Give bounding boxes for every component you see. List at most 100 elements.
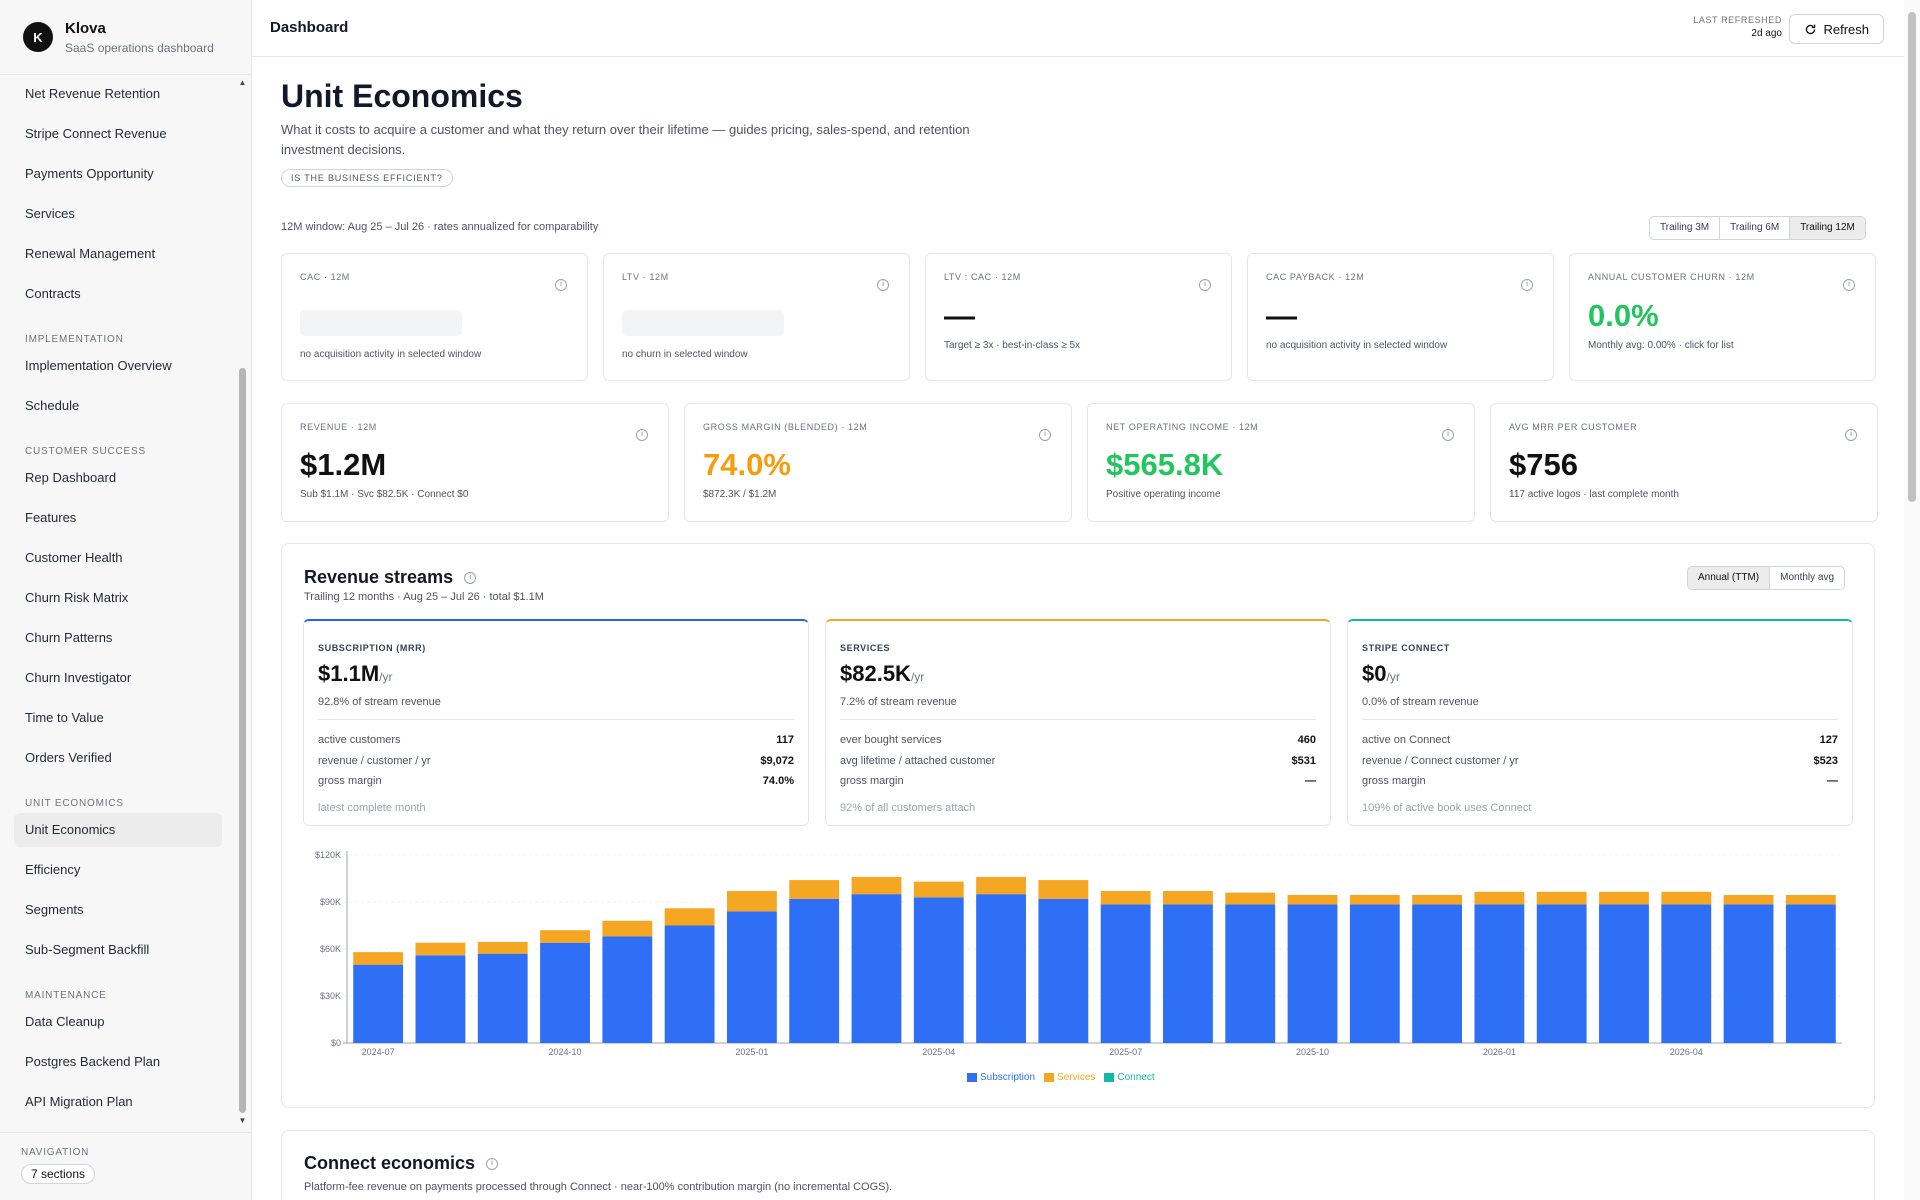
bar-subscription-2025-06[interactable] [1038, 898, 1089, 1043]
legend-item-subscription[interactable]: Subscription [967, 1072, 1035, 1083]
info-icon[interactable]: i [1039, 429, 1051, 441]
refresh-button[interactable]: Refresh [1789, 14, 1884, 44]
sidebar-item-sub-segment-backfill[interactable]: Sub-Segment Backfill [14, 933, 222, 967]
bar-services-2024-09[interactable] [477, 941, 528, 954]
legend-item-services[interactable]: Services [1044, 1072, 1095, 1083]
sections-pill[interactable]: 7 sections [21, 1164, 96, 1184]
bar-subscription-2025-08[interactable] [1163, 904, 1213, 1043]
brand[interactable]: K Klova SaaS operations dashboard [0, 0, 251, 75]
bar-subscription-2024-11[interactable] [602, 936, 653, 1043]
bar-subscription-2025-01[interactable] [726, 911, 777, 1043]
bar-services-2026-05[interactable] [1723, 894, 1774, 905]
bar-services-2025-12[interactable] [1412, 894, 1463, 905]
bar-services-2026-06[interactable] [1785, 894, 1836, 905]
sidebar-item-net-revenue-retention[interactable]: Net Revenue Retention [14, 77, 222, 111]
sidebar-item-schedule[interactable]: Schedule [14, 389, 222, 423]
info-icon[interactable]: i [1845, 429, 1857, 441]
sidebar-item-churn-investigator[interactable]: Churn Investigator [14, 661, 222, 695]
sidebar-item-services[interactable]: Services [14, 197, 222, 231]
info-icon[interactable]: i [636, 429, 648, 441]
bar-subscription-2025-02[interactable] [789, 898, 840, 1043]
bar-subscription-2026-04[interactable] [1661, 904, 1712, 1043]
bar-services-2025-11[interactable] [1349, 894, 1400, 905]
bar-services-2025-02[interactable] [789, 880, 840, 899]
sidebar-item-efficiency[interactable]: Efficiency [14, 853, 222, 887]
bar-services-2025-01[interactable] [726, 891, 777, 912]
scroll-down-icon[interactable]: ▼ [238, 1116, 247, 1125]
bar-subscription-2026-01[interactable] [1474, 904, 1525, 1043]
sidebar-item-api-migration-plan[interactable]: API Migration Plan [14, 1085, 222, 1119]
range-trailing-6m[interactable]: Trailing 6M [1719, 217, 1789, 239]
bar-subscription-2024-09[interactable] [477, 953, 528, 1043]
legend-item-connect[interactable]: Connect [1104, 1072, 1155, 1083]
range-trailing-3m[interactable]: Trailing 3M [1650, 217, 1719, 239]
bar-services-2025-09[interactable] [1225, 892, 1276, 905]
info-icon[interactable]: i [555, 279, 567, 291]
bar-subscription-2025-03[interactable] [851, 894, 902, 1043]
sidebar-item-postgres-backend-plan[interactable]: Postgres Backend Plan [14, 1045, 222, 1079]
sidebar-item-unit-economics[interactable]: Unit Economics [14, 813, 222, 847]
bar-subscription-2024-12[interactable] [664, 925, 715, 1044]
sidebar-item-features[interactable]: Features [14, 501, 222, 535]
kpi-card-cac-payback-12m[interactable]: CAC PAYBACK · 12M i — no acquisition activi… [1247, 253, 1554, 381]
kpi-card-annual-customer-churn-12m[interactable]: ANNUAL CUSTOMER CHURN · 12M i 0.0% Monthly … [1569, 253, 1876, 381]
info-icon[interactable]: i [1521, 279, 1533, 291]
bar-services-2024-12[interactable] [664, 908, 715, 926]
kpi-card-avg-mrr-per-customer[interactable]: AVG MRR PER CUSTOMER i $756 117 active logo… [1490, 403, 1878, 522]
kpi-card-cac-12m[interactable]: CAC · 12M i no acquisition activity in sel… [281, 253, 588, 381]
kpi-card-net-operating-income-12m[interactable]: NET OPERATING INCOME · 12M i $565.8K Positi… [1087, 403, 1475, 522]
bar-subscription-2025-07[interactable] [1100, 904, 1151, 1043]
bar-services-2025-04[interactable] [913, 881, 964, 898]
info-icon[interactable]: i [1442, 429, 1454, 441]
kpi-card-gross-margin-blended-12m[interactable]: GROSS MARGIN (BLENDED) · 12M i 74.0% $872.3… [684, 403, 1072, 522]
sidebar-item-data-cleanup[interactable]: Data Cleanup [14, 1005, 222, 1039]
bar-subscription-2025-05[interactable] [976, 894, 1026, 1043]
main-scrollbar[interactable] [1904, 0, 1920, 1200]
bar-subscription-2025-10[interactable] [1287, 904, 1338, 1043]
bar-subscription-2024-08[interactable] [415, 955, 466, 1043]
bar-services-2025-06[interactable] [1038, 880, 1089, 899]
bar-services-2026-01[interactable] [1474, 891, 1525, 905]
bar-services-2024-07[interactable] [353, 952, 404, 965]
bar-subscription-2024-07[interactable] [353, 964, 404, 1043]
bar-services-2025-08[interactable] [1163, 891, 1213, 905]
sidebar-scroll-thumb[interactable] [239, 368, 246, 1113]
sidebar-item-customer-health[interactable]: Customer Health [14, 541, 222, 575]
bar-subscription-2025-04[interactable] [913, 897, 964, 1043]
kpi-card-ltv-cac-12m[interactable]: LTV : CAC · 12M i — Target ≥ 3x · best-in-c… [925, 253, 1232, 381]
info-icon[interactable]: i [1199, 279, 1211, 291]
bar-services-2026-02[interactable] [1536, 891, 1587, 905]
sidebar-item-stripe-connect-revenue[interactable]: Stripe Connect Revenue [14, 117, 222, 151]
sidebar-item-churn-risk-matrix[interactable]: Churn Risk Matrix [14, 581, 222, 615]
bar-services-2025-05[interactable] [976, 876, 1026, 895]
bar-subscription-2026-03[interactable] [1599, 904, 1649, 1043]
bar-services-2024-10[interactable] [540, 930, 590, 943]
sidebar-item-time-to-value[interactable]: Time to Value [14, 701, 222, 735]
sidebar-item-rep-dashboard[interactable]: Rep Dashboard [14, 461, 222, 495]
bar-services-2025-03[interactable] [851, 876, 902, 895]
sidebar-scrollbar[interactable]: ▲ ▼ [238, 78, 247, 1128]
bar-subscription-2026-02[interactable] [1536, 904, 1587, 1043]
bar-services-2026-03[interactable] [1599, 891, 1649, 905]
range-trailing-12m[interactable]: Trailing 12M [1789, 217, 1865, 239]
sidebar-item-renewal-management[interactable]: Renewal Management [14, 237, 222, 271]
bar-services-2024-08[interactable] [415, 942, 466, 956]
bar-services-2025-07[interactable] [1100, 891, 1151, 905]
kpi-card-revenue-12m[interactable]: REVENUE · 12M i $1.2M Sub $1.1M · Svc $82.5… [281, 403, 669, 522]
bar-subscription-2025-12[interactable] [1412, 904, 1463, 1043]
sidebar-item-churn-patterns[interactable]: Churn Patterns [14, 621, 222, 655]
sidebar-item-implementation-overview[interactable]: Implementation Overview [14, 349, 222, 383]
info-icon[interactable]: i [1843, 279, 1855, 291]
bar-subscription-2025-09[interactable] [1225, 904, 1276, 1043]
info-icon[interactable]: i [877, 279, 889, 291]
sidebar-item-payments-opportunity[interactable]: Payments Opportunity [14, 157, 222, 191]
bar-services-2026-04[interactable] [1661, 891, 1712, 905]
info-icon[interactable]: i [486, 1158, 499, 1171]
scroll-up-icon[interactable]: ▲ [238, 78, 247, 87]
kpi-card-ltv-12m[interactable]: LTV · 12M i no churn in selected window [603, 253, 910, 381]
sidebar-item-orders-verified[interactable]: Orders Verified [14, 741, 222, 775]
bar-subscription-2025-11[interactable] [1349, 904, 1400, 1043]
bar-subscription-2026-06[interactable] [1785, 904, 1836, 1043]
bar-subscription-2024-10[interactable] [540, 942, 590, 1043]
sidebar-item-contracts[interactable]: Contracts [14, 277, 222, 311]
